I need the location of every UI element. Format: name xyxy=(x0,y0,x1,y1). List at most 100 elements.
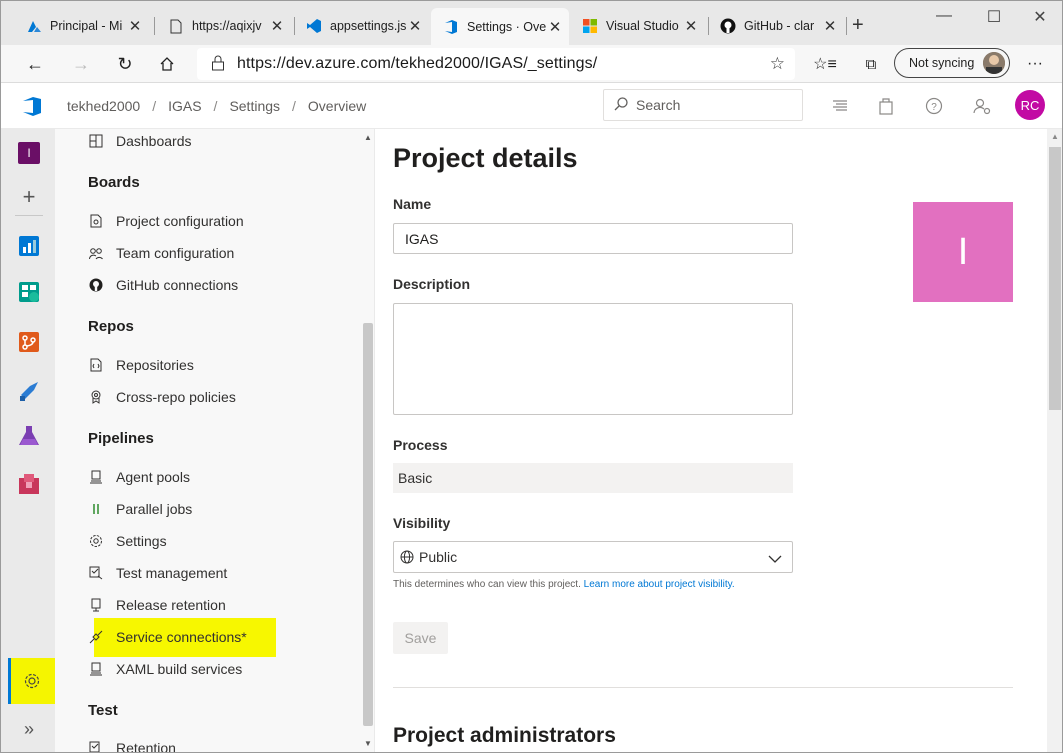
close-window-icon[interactable]: ✕ xyxy=(1025,7,1055,27)
release-retention-icon xyxy=(88,597,104,613)
nav-group-repos: Repos xyxy=(88,318,134,335)
browser-tab[interactable]: https://aqixjv ✕ xyxy=(156,10,291,42)
nav-item-parallel-jobs[interactable]: Parallel jobs xyxy=(88,498,192,520)
tab-title: Visual Studio xyxy=(606,19,679,33)
browser-tab[interactable]: appsettings.js ✕ xyxy=(294,10,429,42)
chevron-down-icon xyxy=(768,551,782,567)
overview-icon[interactable] xyxy=(18,235,40,257)
nav-item-cross-repo-policies[interactable]: Cross-repo policies xyxy=(88,386,236,408)
project-config-icon xyxy=(88,213,104,229)
page-scrollbar-thumb[interactable] xyxy=(1049,147,1061,410)
expand-chevron-icon[interactable]: » xyxy=(18,718,40,740)
tab-title: appsettings.js xyxy=(330,19,407,33)
breadcrumb-overview[interactable]: Overview xyxy=(308,98,366,114)
more-menu-icon[interactable]: ··· xyxy=(1021,50,1049,78)
name-field[interactable]: IGAS xyxy=(393,223,793,254)
close-icon[interactable]: ✕ xyxy=(547,18,563,36)
close-icon[interactable]: ✕ xyxy=(269,17,285,35)
save-button[interactable]: Save xyxy=(393,622,448,654)
breadcrumb-settings[interactable]: Settings xyxy=(229,98,280,114)
tab-title: GitHub - clar xyxy=(744,19,815,33)
favorites-list-icon[interactable]: ☆≡ xyxy=(811,50,839,78)
tab-strip: Principal - Mi ✕ https://aqixjv ✕ appset… xyxy=(1,1,1062,45)
close-icon[interactable]: ✕ xyxy=(683,17,699,35)
nav-item-dashboards[interactable]: Dashboards xyxy=(88,130,192,152)
address-bar: ← → ↻ https://dev.azure.com/tekhed2000/I… xyxy=(1,45,1062,83)
marketplace-bag-icon[interactable] xyxy=(875,95,897,117)
close-icon[interactable]: ✕ xyxy=(127,17,143,35)
nav-group-test: Test xyxy=(88,702,118,719)
name-label: Name xyxy=(393,196,432,212)
url-field[interactable]: https://dev.azure.com/tekhed2000/IGAS/_s… xyxy=(197,48,795,80)
minimize-icon[interactable]: — xyxy=(929,7,959,25)
new-tab-icon[interactable]: + xyxy=(852,14,864,37)
close-icon[interactable]: ✕ xyxy=(822,17,838,35)
page-icon xyxy=(168,18,184,34)
devops-header: tekhed2000 / IGAS / Settings / Overview … xyxy=(1,83,1062,129)
tab-title: Principal - Mi xyxy=(50,19,123,33)
nav-item-release-retention[interactable]: Release retention xyxy=(88,594,226,616)
visibility-learn-more-link[interactable]: Learn more about project visibility. xyxy=(584,579,735,590)
parallel-icon xyxy=(88,501,104,517)
microsoft-icon xyxy=(582,18,598,34)
azure-devops-logo-icon[interactable] xyxy=(21,95,43,122)
breadcrumb-org[interactable]: tekhed2000 xyxy=(67,98,140,114)
process-label: Process xyxy=(393,437,448,453)
visibility-dropdown[interactable]: Public xyxy=(393,541,793,573)
nav-item-test-management[interactable]: Test management xyxy=(88,562,227,584)
project-settings-icon[interactable] xyxy=(8,658,55,704)
work-items-icon[interactable] xyxy=(829,95,851,117)
nav-item-retention[interactable]: Retention xyxy=(88,737,176,752)
boards-icon[interactable] xyxy=(18,281,40,303)
browser-tab[interactable]: GitHub - clar ✕ xyxy=(708,10,844,42)
nav-item-team-configuration[interactable]: Team configuration xyxy=(88,242,234,264)
main-content: Project details Name IGAS Description Pr… xyxy=(375,129,1047,752)
globe-icon xyxy=(400,550,414,564)
breadcrumb-project[interactable]: IGAS xyxy=(168,98,201,114)
nav-item-xaml-build-services[interactable]: XAML build services xyxy=(88,658,242,680)
browser-window: { "browser": { "tabs": [ {"title": "Prin… xyxy=(0,0,1063,753)
repos-icon[interactable] xyxy=(18,331,40,353)
nav-item-settings[interactable]: Settings xyxy=(88,530,167,552)
nav-item-agent-pools[interactable]: Agent pools xyxy=(88,466,190,488)
description-field[interactable] xyxy=(393,303,793,415)
test-management-icon xyxy=(88,565,104,581)
pipelines-icon[interactable] xyxy=(18,380,40,402)
profile-sync-button[interactable]: Not syncing xyxy=(894,48,1010,78)
browser-tab[interactable]: Principal - Mi ✕ xyxy=(14,10,149,42)
search-icon xyxy=(614,96,628,114)
refresh-icon[interactable]: ↻ xyxy=(111,50,139,78)
artifacts-icon[interactable] xyxy=(18,473,40,495)
scroll-up-arrow-icon[interactable]: ▲ xyxy=(364,133,372,142)
project-image[interactable]: I xyxy=(913,202,1013,302)
settings-nav: Dashboards Boards Project configuration … xyxy=(55,129,375,752)
team-icon xyxy=(88,245,104,261)
user-settings-icon[interactable] xyxy=(971,95,993,117)
maximize-icon[interactable]: ☐ xyxy=(979,7,1009,27)
repository-icon xyxy=(88,357,104,373)
back-arrow-icon[interactable]: ← xyxy=(21,50,49,78)
nav-item-repositories[interactable]: Repositories xyxy=(88,354,194,376)
add-icon[interactable]: + xyxy=(18,184,40,209)
description-label: Description xyxy=(393,276,471,292)
tab-title: Settings · Ove xyxy=(467,19,547,34)
collections-icon[interactable]: ⧉ xyxy=(857,50,885,78)
scroll-down-arrow-icon[interactable]: ▼ xyxy=(364,739,372,748)
nav-item-project-configuration[interactable]: Project configuration xyxy=(88,210,244,232)
nav-item-github-connections[interactable]: GitHub connections xyxy=(88,274,238,296)
forward-arrow-icon[interactable]: → xyxy=(67,50,95,78)
nav-scrollbar-thumb[interactable] xyxy=(363,323,373,726)
browser-tab-active[interactable]: Settings · Ove ✕ xyxy=(431,8,569,45)
project-icon[interactable]: I xyxy=(18,142,40,164)
home-icon[interactable] xyxy=(153,50,181,78)
browser-tab[interactable]: Visual Studio ✕ xyxy=(570,10,705,42)
search-input[interactable]: Search xyxy=(603,89,803,121)
favorite-star-icon[interactable]: ☆ xyxy=(770,54,785,74)
nav-item-service-connections[interactable]: Service connections* xyxy=(88,626,247,648)
test-plans-icon[interactable] xyxy=(18,425,40,447)
close-icon[interactable]: ✕ xyxy=(407,17,423,35)
avatar[interactable]: RC xyxy=(1015,90,1045,120)
help-icon[interactable]: ? xyxy=(923,95,945,117)
scroll-up-arrow-icon[interactable]: ▲ xyxy=(1051,132,1059,141)
dashboard-icon xyxy=(88,133,104,149)
